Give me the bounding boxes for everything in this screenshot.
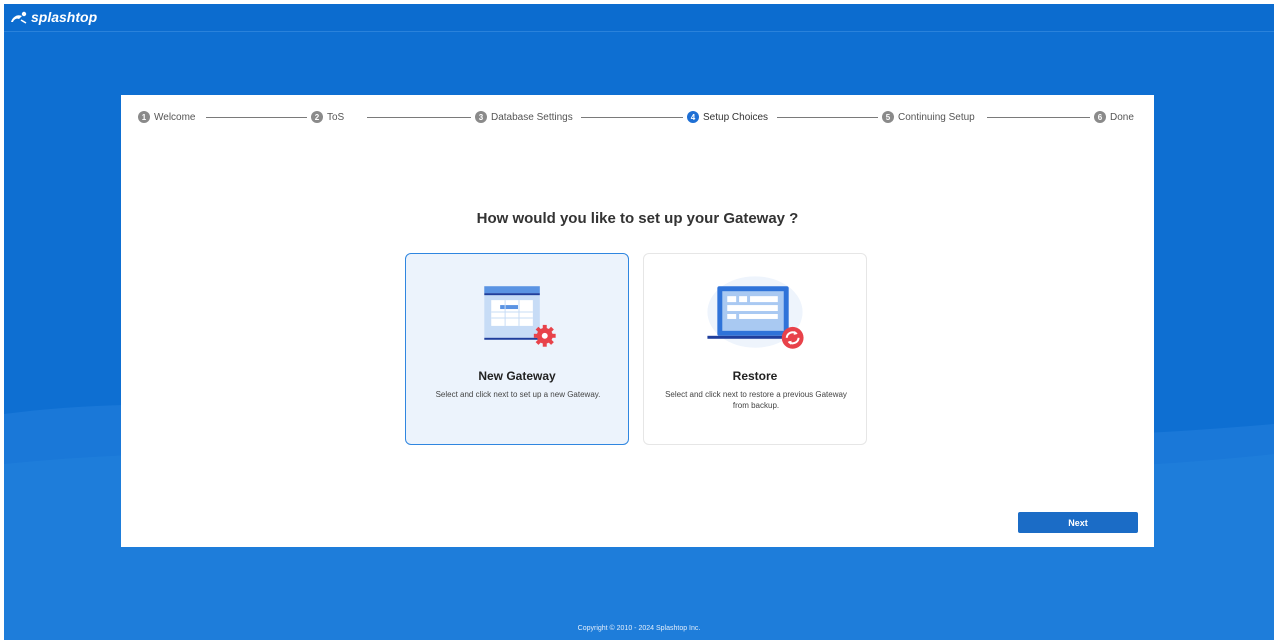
step-label: Setup Choices xyxy=(703,111,769,123)
option-description: Select and click next to restore a previ… xyxy=(665,390,847,410)
step-welcome: 1 Welcome xyxy=(138,110,196,124)
step-continuing-setup: 5 Continuing Setup xyxy=(882,110,975,124)
splashtop-logo[interactable]: splashtop xyxy=(10,9,97,25)
step-number: 1 xyxy=(138,111,150,123)
step-tos: 2 ToS xyxy=(311,110,344,124)
step-connector xyxy=(581,117,683,118)
new-gateway-illustration-icon xyxy=(484,286,556,347)
setup-question: How would you like to set up your Gatewa… xyxy=(476,210,799,227)
step-connector xyxy=(206,117,307,118)
option-title: New Gateway xyxy=(478,369,556,383)
step-done: 6 Done xyxy=(1094,110,1134,124)
step-connector xyxy=(777,117,878,118)
step-label: ToS xyxy=(327,111,345,123)
step-number: 3 xyxy=(475,111,487,123)
logo-text: splashtop xyxy=(31,9,98,25)
next-button[interactable]: Next xyxy=(1018,512,1138,533)
splashtop-logo-icon xyxy=(11,11,27,24)
app-background: splashtop 1 Welcome 2 ToS 3 Database Set… xyxy=(4,4,1274,640)
option-description: Select and click next to set up a new Ga… xyxy=(435,390,601,399)
step-label: Welcome xyxy=(154,111,196,123)
restore-illustration-icon xyxy=(707,276,804,349)
step-connector xyxy=(367,117,471,118)
setup-card: 1 Welcome 2 ToS 3 Database Settings 4 Se… xyxy=(121,95,1154,547)
step-setup-choices: 4 Setup Choices xyxy=(687,110,768,124)
option-new-gateway[interactable]: New Gateway Select and click next to set… xyxy=(405,253,629,445)
step-label: Done xyxy=(1110,111,1134,123)
option-restore[interactable]: Restore Select and click next to restore… xyxy=(643,253,867,445)
setup-stepper: 1 Welcome 2 ToS 3 Database Settings 4 Se… xyxy=(121,95,1154,135)
step-number: 6 xyxy=(1094,111,1106,123)
copyright-text: Copyright © 2010 - 2024 Splashtop Inc. xyxy=(577,625,701,632)
step-label: Database Settings xyxy=(491,111,573,123)
option-title: Restore xyxy=(732,369,778,383)
step-connector xyxy=(987,117,1090,118)
step-number: 5 xyxy=(882,111,894,123)
step-database-settings: 3 Database Settings xyxy=(475,110,573,124)
step-number: 4 xyxy=(687,111,699,123)
step-label: Continuing Setup xyxy=(898,111,975,123)
top-bar: splashtop xyxy=(4,4,1274,32)
step-number: 2 xyxy=(311,111,323,123)
